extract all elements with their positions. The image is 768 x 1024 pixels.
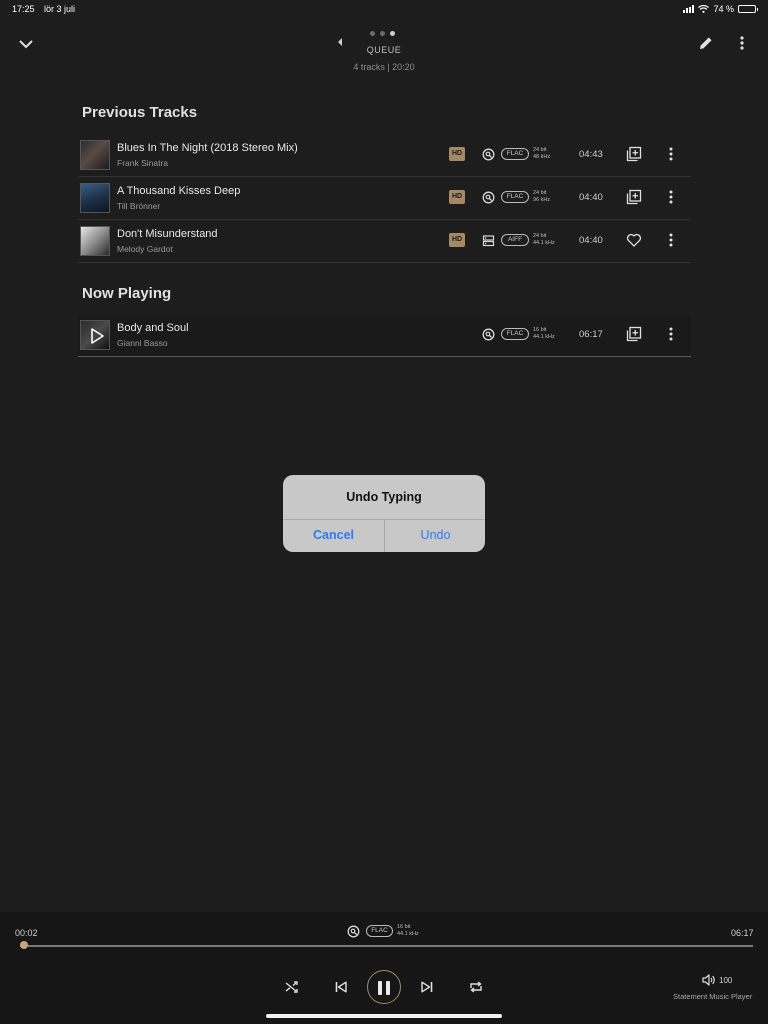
battery-percent: 74 %	[713, 4, 734, 14]
elapsed-time: 00:02	[15, 928, 38, 938]
queue-header: QUEUE 4 tracks | 20:20	[0, 26, 768, 76]
track-more-icon[interactable]	[667, 326, 675, 342]
page-indicator	[370, 31, 395, 36]
format-badge: FLAC	[366, 925, 393, 937]
undo-typing-dialog: Undo Typing Cancel Undo	[283, 475, 485, 552]
track-more-icon[interactable]	[667, 146, 675, 162]
volume-control[interactable]: 100	[702, 974, 732, 986]
page-title: QUEUE	[366, 45, 402, 55]
sample-rate: 96 kHz	[533, 197, 551, 203]
album-cover	[80, 183, 110, 213]
sample-rate: 48 kHz	[533, 154, 551, 160]
track-artist: Till Brönner	[117, 201, 161, 211]
play-overlay-icon	[91, 328, 104, 344]
page-dot	[370, 31, 375, 36]
status-date: lör 3 juli	[44, 4, 76, 14]
track-more-icon[interactable]	[667, 232, 675, 248]
add-to-playlist-icon[interactable]	[626, 189, 642, 205]
page-dot	[380, 31, 385, 36]
track-title: Body and Soul	[117, 322, 189, 334]
search-source-icon	[482, 148, 495, 161]
audio-quality: 16 bit 44.1 kHz	[397, 924, 419, 938]
next-track-icon[interactable]	[419, 979, 435, 995]
volume-level: 100	[719, 975, 733, 985]
more-options-icon[interactable]	[736, 34, 748, 52]
add-to-playlist-icon[interactable]	[626, 326, 642, 342]
audio-quality: 16 bit 44.1 kHz	[533, 327, 555, 341]
search-source-icon	[482, 328, 495, 341]
shuffle-icon[interactable]	[284, 979, 300, 995]
wifi-icon	[698, 5, 710, 13]
queue-summary: 4 tracks | 20:20	[353, 62, 415, 72]
undo-button[interactable]: Undo	[385, 519, 485, 552]
status-time: 17:25	[12, 4, 35, 14]
track-duration: 04:43	[579, 149, 603, 160]
track-duration: 06:17	[579, 329, 603, 340]
sample-rate: 44.1 kHz	[533, 240, 555, 246]
edit-pencil-icon[interactable]	[697, 34, 715, 52]
album-cover	[80, 320, 110, 350]
player-bar: 00:02 FLAC 16 bit 44.1 kHz 06:17 100 Stat…	[0, 912, 768, 1024]
track-title: Don't Misunderstand	[117, 228, 218, 240]
track-artist: Melody Gardot	[117, 244, 173, 254]
hd-badge: HD	[449, 190, 465, 204]
status-bar: 17:25 lör 3 juli 74 %	[0, 0, 768, 18]
seek-thumb[interactable]	[19, 941, 28, 949]
battery-icon	[738, 5, 758, 13]
track-duration: 04:40	[579, 235, 603, 246]
section-title-now-playing: Now Playing	[82, 285, 172, 302]
section-title-previous: Previous Tracks	[82, 104, 198, 121]
bit-depth: 24 bit	[533, 190, 547, 196]
repeat-icon[interactable]	[468, 979, 484, 995]
home-indicator[interactable]	[266, 1014, 502, 1018]
speaker-icon	[702, 974, 715, 986]
audio-quality: 24 bit 44.1 kHz	[533, 233, 555, 247]
dialog-title: Undo Typing	[346, 490, 422, 504]
bit-depth: 16 bit	[397, 924, 411, 930]
status-indicators: 74 %	[683, 4, 758, 14]
hd-badge: HD	[449, 233, 465, 247]
now-playing-row[interactable]: Body and Soul Gianni Basso FLAC 16 bit 44…	[78, 314, 691, 357]
sample-rate: 44.1 kHz	[533, 334, 555, 340]
track-artist: Gianni Basso	[117, 338, 168, 348]
pause-button[interactable]	[367, 970, 401, 1004]
track-title: A Thousand Kisses Deep	[117, 185, 241, 197]
page-dot	[390, 31, 395, 36]
sample-rate: 44.1 kHz	[397, 931, 419, 937]
format-badge: FLAC	[501, 191, 529, 203]
track-row[interactable]: A Thousand Kisses Deep Till Brönner HD F…	[78, 177, 691, 220]
track-row[interactable]: Blues In The Night (2018 Stereo Mix) Fra…	[78, 134, 691, 177]
previous-track-icon[interactable]	[333, 979, 349, 995]
output-device-name[interactable]: Statement Music Player	[673, 992, 752, 1001]
audio-quality: 24 bit 48 kHz	[533, 147, 550, 161]
search-source-icon	[347, 925, 360, 938]
track-length: 06:17	[731, 928, 754, 938]
track-duration: 04:40	[579, 192, 603, 203]
format-badge: AIFF	[501, 234, 529, 246]
pause-icon-bar	[378, 981, 382, 995]
audio-quality: 24 bit 96 kHz	[533, 190, 550, 204]
cellular-signal-icon	[683, 5, 695, 13]
format-badge: FLAC	[501, 328, 529, 340]
track-title: Blues In The Night (2018 Stereo Mix)	[117, 142, 298, 154]
server-icon	[482, 235, 495, 247]
cancel-button[interactable]: Cancel	[283, 519, 384, 552]
pause-icon-bar	[386, 981, 390, 995]
search-source-icon	[482, 191, 495, 204]
album-cover	[80, 140, 110, 170]
album-cover	[80, 226, 110, 256]
format-badge: FLAC	[501, 148, 529, 160]
bit-depth: 24 bit	[533, 147, 547, 153]
seek-bar[interactable]	[20, 945, 753, 947]
hd-badge: HD	[449, 147, 465, 161]
track-more-icon[interactable]	[667, 189, 675, 205]
heart-icon[interactable]	[626, 232, 642, 248]
track-artist: Frank Sinatra	[117, 158, 169, 168]
track-row[interactable]: Don't Misunderstand Melody Gardot HD AIF…	[78, 220, 691, 263]
bit-depth: 16 bit	[533, 327, 547, 333]
add-to-playlist-icon[interactable]	[626, 146, 642, 162]
bit-depth: 24 bit	[533, 233, 547, 239]
